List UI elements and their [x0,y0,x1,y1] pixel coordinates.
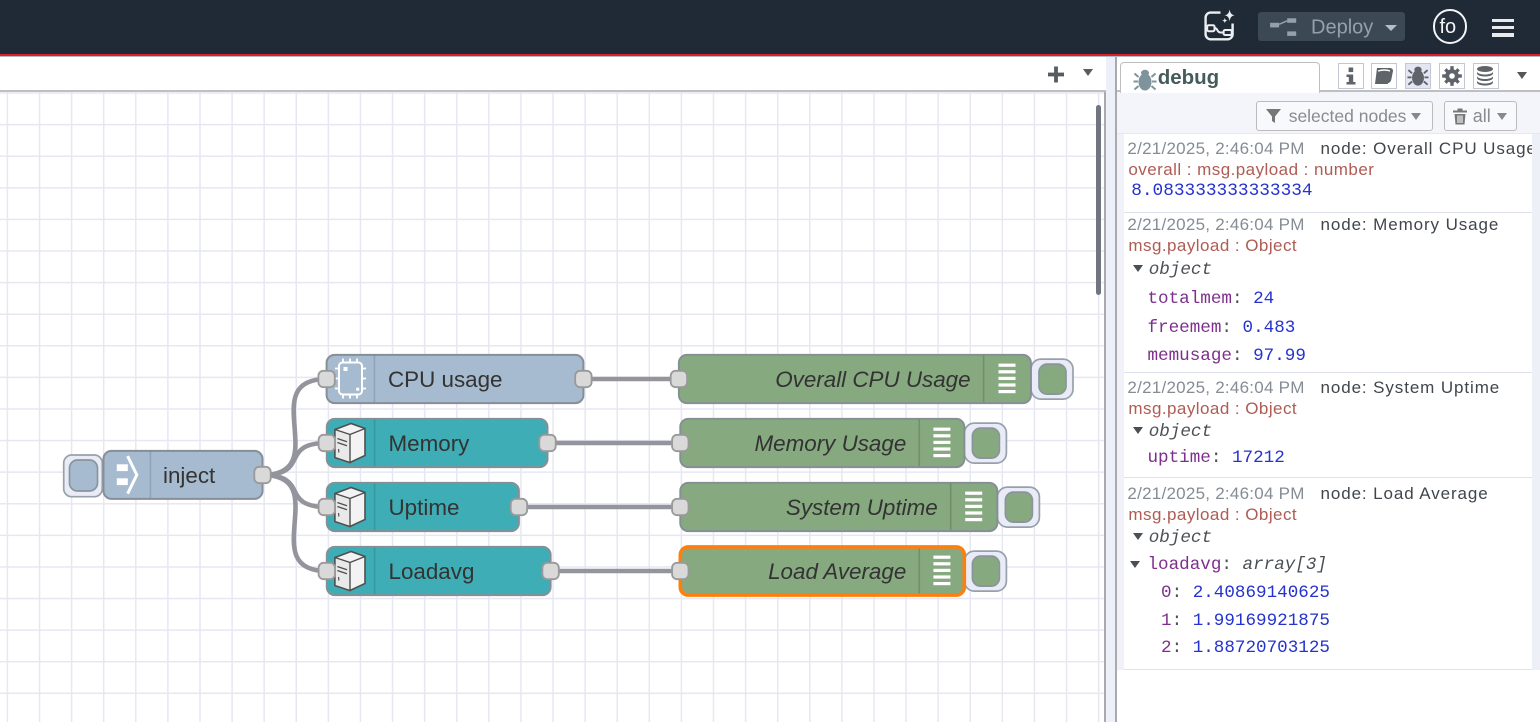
svg-text:Overall CPU Usage: Overall CPU Usage [775,367,970,392]
svg-text:System Uptime: System Uptime [786,495,938,520]
svg-text:inject: inject [163,463,216,488]
svg-text:fo: fo [1439,16,1456,38]
svg-text:Load Average: Load Average [768,559,906,584]
svg-text:Memory: Memory [389,431,471,456]
svg-text:Memory Usage: Memory Usage [754,431,906,456]
svg-text:CPU usage: CPU usage [388,367,503,392]
svg-text:Uptime: Uptime [389,495,460,520]
svg-text:Loadavg: Loadavg [389,559,475,584]
svg-text:Deploy: Deploy [1311,17,1373,39]
